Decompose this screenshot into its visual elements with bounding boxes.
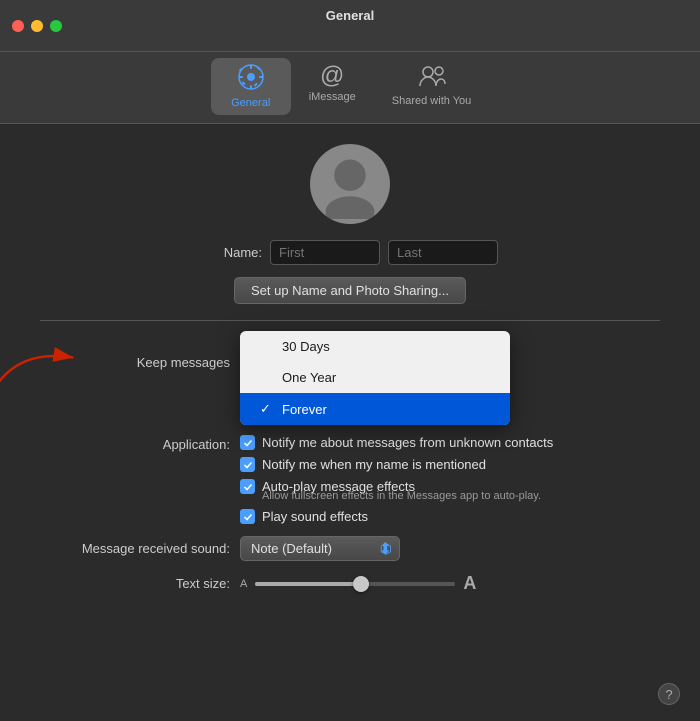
tab-imessage-label: iMessage (309, 91, 356, 103)
checkbox-row-unknown: Notify me about messages from unknown co… (240, 435, 553, 450)
help-button-fixed[interactable]: ? (658, 683, 680, 705)
dropdown-item-30days[interactable]: 30 Days (240, 331, 510, 362)
tab-general[interactable]: General (211, 58, 291, 115)
keep-messages-dropdown[interactable]: 30 Days One Year ✓ Forever (240, 331, 510, 425)
large-a-label: A (463, 573, 476, 594)
sound-select-wrapper: Note (Default) ⬡ ⬍ (240, 536, 400, 561)
setup-sharing-button[interactable]: Set up Name and Photo Sharing... (234, 277, 466, 304)
slider-fill (255, 582, 365, 586)
textsize-row: Text size: A A (40, 573, 660, 594)
dropdown-label-oneyear: One Year (282, 370, 336, 385)
minimize-button[interactable] (31, 20, 43, 32)
sound-label: Message received sound: (40, 541, 240, 556)
autoplay-subtext: Allow fullscreen effects in the Messages… (262, 490, 553, 502)
imessage-icon: @ (320, 64, 344, 88)
checkbox-row-sound: Play sound effects (240, 509, 553, 524)
dropdown-item-oneyear[interactable]: One Year (240, 362, 510, 393)
main-content: Name: Set up Name and Photo Sharing... K… (0, 124, 700, 624)
slider-thumb[interactable] (353, 576, 369, 592)
avatar[interactable] (310, 144, 390, 224)
arrow-annotation (0, 341, 100, 396)
checkbox-sound-effects[interactable] (240, 509, 255, 524)
name-row: Name: (40, 240, 660, 265)
window-controls (12, 20, 62, 32)
slider-wrapper: A A (240, 573, 476, 594)
checkbox-unknown-label: Notify me about messages from unknown co… (262, 435, 553, 450)
application-label: Application: (40, 435, 240, 452)
window-title: General (326, 8, 374, 23)
help-icon[interactable]: ? (658, 683, 680, 705)
application-row: Application: Notify me about messages fr… (40, 435, 660, 524)
check-forever: ✓ (260, 401, 276, 417)
keep-messages-row: Keep messages 30 Days One Year ✓ Forever (40, 331, 660, 425)
name-label: Name: (202, 245, 262, 260)
checkbox-autoplay[interactable] (240, 479, 255, 494)
checkbox-sound-label: Play sound effects (262, 509, 368, 524)
tab-shared-label: Shared with You (392, 95, 472, 107)
sound-row: Message received sound: Note (Default) ⬡… (40, 536, 660, 561)
checkbox-row-name: Notify me when my name is mentioned (240, 457, 553, 472)
avatar-section (40, 144, 660, 224)
dropdown-label-forever: Forever (282, 402, 327, 417)
small-a-label: A (240, 578, 247, 590)
tab-imessage[interactable]: @ iMessage (291, 58, 374, 115)
checkbox-unknown-contacts[interactable] (240, 435, 255, 450)
checkbox-autoplay-group: Auto-play message effects Allow fullscre… (240, 479, 553, 502)
textsize-label: Text size: (40, 576, 240, 591)
checkbox-name-mentioned[interactable] (240, 457, 255, 472)
toolbar: General @ iMessage Shared with You (0, 52, 700, 124)
dropdown-label-30days: 30 Days (282, 339, 330, 354)
application-checkboxes: Notify me about messages from unknown co… (240, 435, 553, 524)
setup-btn-row: Set up Name and Photo Sharing... (40, 277, 660, 304)
titlebar: General (0, 0, 700, 52)
tab-shared[interactable]: Shared with You (374, 58, 490, 115)
close-button[interactable] (12, 20, 24, 32)
checkbox-name-label: Notify me when my name is mentioned (262, 457, 486, 472)
separator (40, 320, 660, 321)
last-name-input[interactable] (388, 240, 498, 265)
first-name-input[interactable] (270, 240, 380, 265)
shared-icon (418, 64, 446, 92)
maximize-button[interactable] (50, 20, 62, 32)
general-icon (238, 64, 264, 94)
dropdown-item-forever[interactable]: ✓ Forever (240, 393, 510, 425)
slider-track[interactable] (255, 582, 455, 586)
tab-general-label: General (231, 97, 270, 109)
application-settings: Application: Notify me about messages fr… (40, 435, 660, 524)
sound-select[interactable]: Note (Default) (240, 536, 400, 561)
